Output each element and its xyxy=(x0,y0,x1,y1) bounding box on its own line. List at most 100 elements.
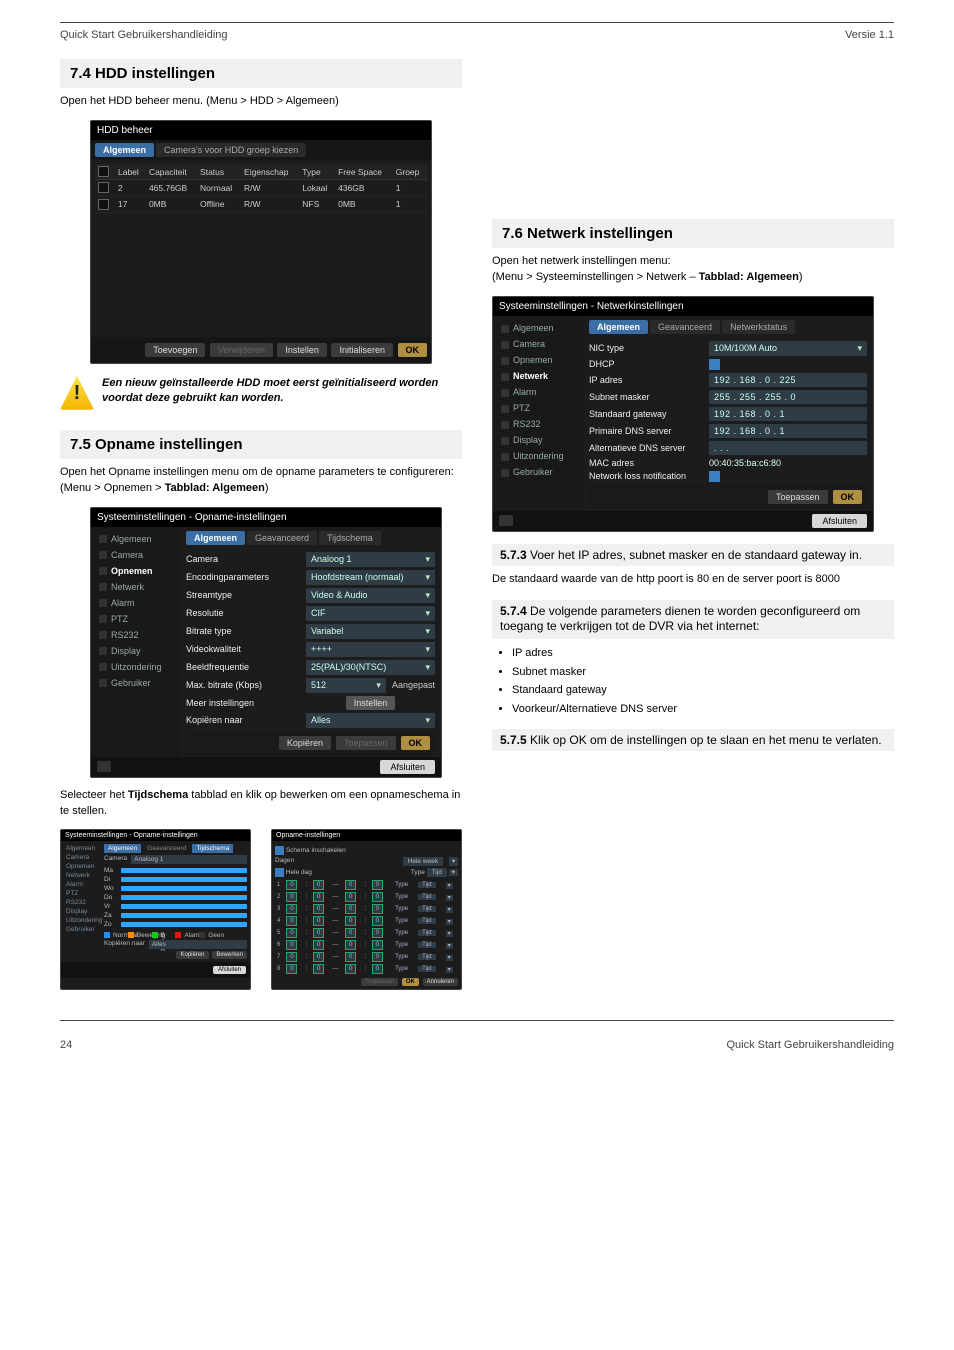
setting-row: Meer instellingenInstellen xyxy=(186,696,435,710)
setting-row: StreamtypeVideo & Audio▾ xyxy=(186,588,435,603)
step-574: 5.7.4 De volgende parameters dienen te w… xyxy=(492,600,894,639)
sidebar-item[interactable]: Netwerk xyxy=(91,579,180,595)
add-button[interactable]: Toevoegen xyxy=(145,343,205,357)
step-573-note: De standaard waarde van de http poort is… xyxy=(492,572,894,588)
close-button[interactable]: Afsluiten xyxy=(380,760,435,774)
hdd-win-title: HDD beheer xyxy=(91,121,431,140)
list-item: Standaard gateway xyxy=(512,682,894,699)
header-left: Quick Start Gebruikershandleiding xyxy=(60,29,228,41)
setting-row: Subnet masker255 . 255 . 255 . 0 xyxy=(589,390,867,404)
sidebar-item[interactable]: PTZ xyxy=(91,611,180,627)
sidebar-item[interactable]: Uitzondering xyxy=(493,448,583,464)
init-button[interactable]: Initialiseren xyxy=(331,343,393,357)
checkbox-icon[interactable] xyxy=(98,182,109,193)
sidebar-item[interactable]: Display xyxy=(493,432,583,448)
section-7-5-title: 7.5 Opname instellingen xyxy=(60,430,462,459)
sidebar-item[interactable]: Camera xyxy=(493,336,583,352)
network-params-list: IP adres Subnet maskerStandaard gateway Vo… xyxy=(512,645,894,717)
warning-text: Een nieuw geïnstalleerde HDD moet eerst … xyxy=(102,376,462,406)
delete-button[interactable]: Verwijderen xyxy=(210,343,273,357)
network-screenshot: Systeeminstellingen - Netwerkinstellinge… xyxy=(492,296,874,532)
sidebar-item[interactable]: Alarm xyxy=(91,595,180,611)
schema-intro: Selecteer het Tijdschema tabblad en klik… xyxy=(60,788,462,820)
ok-button[interactable]: OK xyxy=(833,490,863,504)
apply-button[interactable]: Toepassen xyxy=(768,490,828,504)
settings-button[interactable]: Instellen xyxy=(346,696,396,710)
net-win-title: Systeeminstellingen - Netwerkinstellinge… xyxy=(493,297,873,316)
setting-row: NIC type10M/100M Auto▾ xyxy=(589,341,867,356)
checkbox-icon[interactable] xyxy=(98,166,109,177)
tab-schedule[interactable]: Tijdschema xyxy=(319,531,381,545)
copy-button[interactable]: Kopiëren xyxy=(279,736,331,750)
footer-right: Quick Start Gebruikershandleiding xyxy=(726,1039,894,1051)
setting-row: Beeldfrequentie25(PAL)/30(NTSC)▾ xyxy=(186,660,435,675)
set-button[interactable]: Instellen xyxy=(277,343,327,357)
close-button[interactable]: Afsluiten xyxy=(812,514,867,528)
list-item: IP adres xyxy=(512,645,894,662)
page-number: 24 xyxy=(60,1039,72,1051)
warning-icon xyxy=(60,376,94,410)
sidebar-item[interactable]: Algemeen xyxy=(91,531,180,547)
setting-row: IP adres192 . 168 . 0 . 225 xyxy=(589,373,867,387)
setting-row: MAC adres00:40:35:ba:c6:80 xyxy=(589,458,867,468)
setting-row: Videokwaliteit++++▾ xyxy=(186,642,435,657)
tab-general[interactable]: Algemeen xyxy=(589,320,648,334)
table-row: 2 465.76GB Normaal R/W Lokaal 436GB 1 xyxy=(95,180,427,196)
hdd-tab-group[interactable]: Camera's voor HDD groep kiezen xyxy=(156,143,306,157)
table-row: 17 0MB Offline R/W NFS 0MB 1 xyxy=(95,196,427,212)
sidebar-item[interactable]: Camera xyxy=(91,547,180,563)
checkbox-icon[interactable] xyxy=(98,199,109,210)
sidebar-item[interactable]: Opnemen xyxy=(493,352,583,368)
sidebar-item[interactable]: PTZ xyxy=(493,400,583,416)
list-item: Subnet masker xyxy=(512,664,894,681)
setting-row: Alternatieve DNS server. . . xyxy=(589,441,867,455)
setting-row: Network loss notification xyxy=(589,471,867,482)
mini-schedule-screenshot: Systeeminstellingen - Opname-instellinge… xyxy=(60,829,251,990)
sidebar-item[interactable]: Gebruiker xyxy=(91,675,180,691)
ok-button[interactable]: OK xyxy=(398,343,428,357)
mini-schedule-edit-screenshot: Opname-instellingen Schema inschakelen D… xyxy=(271,829,462,990)
sidebar-item[interactable]: RS232 xyxy=(91,627,180,643)
checkbox-icon[interactable] xyxy=(709,359,720,370)
section-7-4-title: 7.4 HDD instellingen xyxy=(60,59,462,88)
ok-button[interactable]: OK xyxy=(401,736,431,750)
sec-7-4-text: Open het HDD beheer menu. (Menu > HDD > … xyxy=(60,94,462,110)
hdd-screenshot: HDD beheer Algemeen Camera's voor HDD gr… xyxy=(90,120,432,364)
page-footer: 24 Quick Start Gebruikershandleiding xyxy=(60,1039,894,1051)
setting-row: Bitrate typeVariabel▾ xyxy=(186,624,435,639)
tab-advanced[interactable]: Geavanceerd xyxy=(650,320,720,334)
setting-row: EncodingparametersHoofdstream (normaal)▾ xyxy=(186,570,435,585)
rec-win-title: Systeeminstellingen - Opname-instellinge… xyxy=(91,508,441,527)
setting-row: DHCP xyxy=(589,359,867,370)
sidebar-item[interactable]: Uitzondering xyxy=(91,659,180,675)
apply-button[interactable]: Toepassen xyxy=(336,736,396,750)
recording-screenshot: Systeeminstellingen - Opname-instellinge… xyxy=(90,507,442,778)
setting-row: Standaard gateway192 . 168 . 0 . 1 xyxy=(589,407,867,421)
keyboard-icon[interactable] xyxy=(499,515,513,526)
tab-general[interactable]: Algemeen xyxy=(186,531,245,545)
sidebar-item[interactable]: RS232 xyxy=(493,416,583,432)
sidebar-item[interactable]: Gebruiker xyxy=(493,464,583,480)
keyboard-icon[interactable] xyxy=(97,761,111,772)
tab-advanced[interactable]: Geavanceerd xyxy=(247,531,317,545)
checkbox-icon[interactable] xyxy=(709,471,720,482)
setting-row: Kopiëren naarAlles▾ xyxy=(186,713,435,728)
setting-row: Max. bitrate (Kbps)512▾Aangepast xyxy=(186,678,435,693)
sidebar-item[interactable]: Alarm xyxy=(493,384,583,400)
header-right: Versie 1.1 xyxy=(845,29,894,41)
sidebar-item[interactable]: Opnemen xyxy=(91,563,180,579)
sec-7-6-text: Open het netwerk instellingen menu: (Men… xyxy=(492,254,894,286)
step-573: 5.7.3 Voer het IP adres, subnet masker e… xyxy=(492,544,894,566)
section-7-6-title: 7.6 Netwerk instellingen xyxy=(492,219,894,248)
tab-status[interactable]: Netwerkstatus xyxy=(722,320,795,334)
list-item: Voorkeur/Alternatieve DNS server xyxy=(512,701,894,718)
sidebar-item[interactable]: Netwerk xyxy=(493,368,583,384)
sec-7-5-intro: Open het Opname instellingen menu om de … xyxy=(60,465,462,497)
step-575: 5.7.5 Klik op OK om de instellingen op t… xyxy=(492,729,894,751)
sidebar-item[interactable]: Algemeen xyxy=(493,320,583,336)
page-header: Quick Start Gebruikershandleiding Versie… xyxy=(60,29,894,41)
setting-row: CameraAnaloog 1▾ xyxy=(186,552,435,567)
hdd-table: Label Capaciteit Status Eigenschap Type … xyxy=(95,164,427,213)
sidebar-item[interactable]: Display xyxy=(91,643,180,659)
hdd-tab-general[interactable]: Algemeen xyxy=(95,143,154,157)
